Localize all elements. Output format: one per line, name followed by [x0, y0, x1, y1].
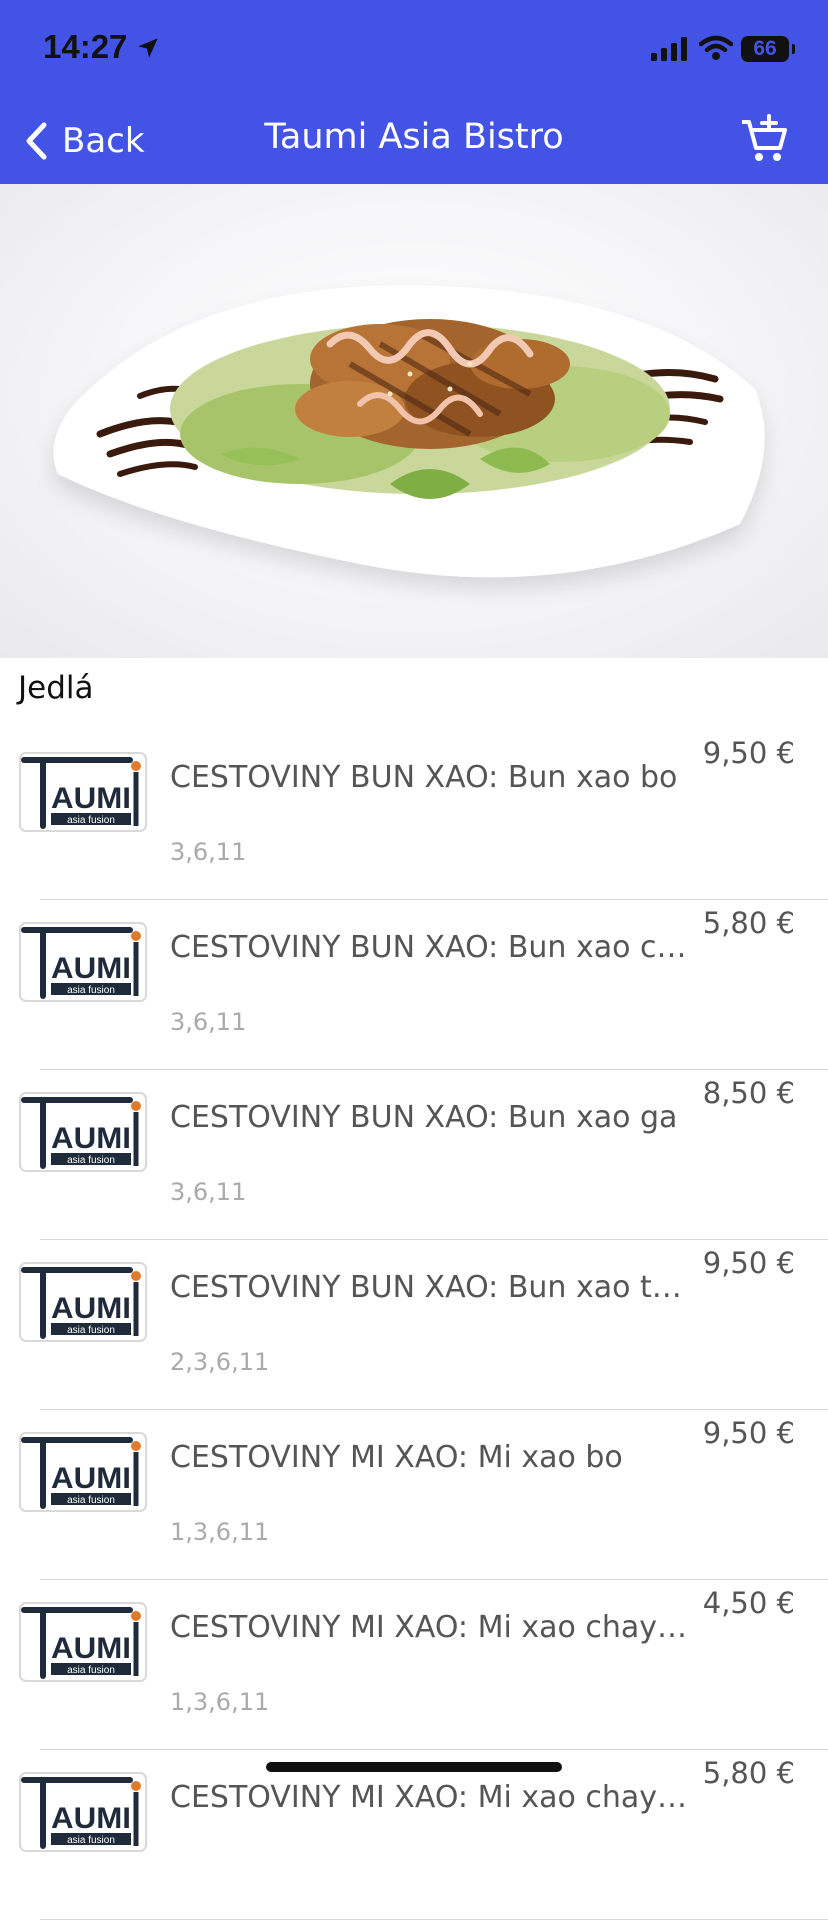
taumi-logo-icon: AUMI asia fusion — [19, 1432, 147, 1512]
menu-item-allergens: 2,3,6,11 — [170, 1348, 270, 1376]
menu-item-name: CESTOVINY MI XAO: Mi xao chay Novi... — [170, 1780, 690, 1815]
taumi-logo-icon: AUMI asia fusion — [19, 752, 147, 832]
menu-item-allergens: 1,3,6,11 — [170, 1688, 270, 1716]
menu-item[interactable]: AUMI asia fusion CESTOVINY BUN XAO: Bun … — [0, 1240, 828, 1410]
taumi-logo-icon: AUMI asia fusion — [19, 1602, 147, 1682]
menu-item-name: CESTOVINY BUN XAO: Bun xao tom — [170, 1270, 690, 1305]
home-indicator[interactable] — [266, 1762, 562, 1772]
wifi-icon — [699, 35, 733, 60]
menu-item-name: CESTOVINY BUN XAO: Bun xao chay — [170, 930, 690, 965]
menu-item-allergens: 1,3,6,11 — [170, 1518, 270, 1546]
menu-item[interactable]: AUMI asia fusion CESTOVINY BUN XAO: Bun … — [0, 1070, 828, 1240]
menu-item-allergens: 3,6,11 — [170, 1178, 247, 1206]
logo-tagline: asia fusion — [67, 1325, 115, 1336]
logo-brand-text: AUMI — [51, 1292, 131, 1325]
menu-item-price: 5,80 € — [702, 906, 795, 940]
menu-item[interactable]: AUMI asia fusion CESTOVINY MI XAO: Mi xa… — [0, 1410, 828, 1580]
menu-item-price: 9,50 € — [702, 1416, 795, 1450]
taumi-logo-icon: AUMI asia fusion — [19, 1262, 147, 1342]
logo-tagline: asia fusion — [67, 985, 115, 996]
menu-item-name: CESTOVINY BUN XAO: Bun xao ga — [170, 1100, 678, 1135]
back-button[interactable]: Back — [24, 118, 145, 164]
cellular-signal-icon — [651, 37, 687, 61]
taumi-logo-icon: AUMI asia fusion — [19, 922, 147, 1002]
menu-item[interactable]: AUMI asia fusion CESTOVINY MI XAO: Mi xa… — [0, 1750, 828, 1920]
logo-brand-text: AUMI — [51, 952, 131, 985]
logo-tagline: asia fusion — [67, 815, 115, 826]
status-time: 14:27 — [43, 28, 128, 65]
menu-item[interactable]: AUMI asia fusion CESTOVINY MI XAO: Mi xa… — [0, 1580, 828, 1750]
location-arrow-icon — [138, 38, 158, 58]
logo-brand-text: AUMI — [51, 1632, 131, 1665]
dish-photo — [0, 184, 828, 658]
logo-tagline: asia fusion — [67, 1155, 115, 1166]
taumi-logo-icon: AUMI asia fusion — [19, 1092, 147, 1172]
back-label: Back — [62, 121, 145, 161]
logo-tagline: asia fusion — [67, 1835, 115, 1846]
section-title: Jedlá — [18, 670, 94, 706]
menu-item[interactable]: AUMI asia fusion CESTOVINY BUN XAO: Bun … — [0, 730, 828, 900]
battery-icon: 66 — [741, 36, 795, 62]
menu-item-price: 9,50 € — [702, 1246, 795, 1280]
menu-item-price: 8,50 € — [702, 1076, 795, 1110]
status-bar: 14:27 66 — [0, 0, 828, 100]
menu-item-name: CESTOVINY BUN XAO: Bun xao bo — [170, 760, 678, 795]
menu-item-allergens: 3,6,11 — [170, 1008, 247, 1036]
cart-add-icon[interactable] — [738, 114, 790, 166]
menu-item-price: 9,50 € — [702, 736, 795, 770]
menu-item[interactable]: AUMI asia fusion CESTOVINY BUN XAO: Bun … — [0, 900, 828, 1070]
chevron-left-icon — [26, 122, 47, 160]
logo-tagline: asia fusion — [67, 1495, 115, 1506]
menu-item-name: CESTOVINY MI XAO: Mi xao bo — [170, 1440, 623, 1475]
menu-item-allergens: 3,6,11 — [170, 838, 247, 866]
logo-brand-text: AUMI — [51, 1122, 131, 1155]
logo-tagline: asia fusion — [67, 1665, 115, 1676]
menu-item-price: 4,50 € — [702, 1586, 795, 1620]
nav-bar: Back Taumi Asia Bistro — [0, 100, 828, 184]
taumi-logo-icon: AUMI asia fusion — [19, 1772, 147, 1852]
logo-brand-text: AUMI — [51, 782, 131, 815]
logo-brand-text: AUMI — [51, 1462, 131, 1495]
logo-brand-text: AUMI — [51, 1802, 131, 1835]
menu-list: AUMI asia fusion CESTOVINY BUN XAO: Bun … — [0, 730, 828, 1920]
menu-item-name: CESTOVINY MI XAO: Mi xao chay Novi... — [170, 1610, 690, 1645]
menu-item-price: 5,80 € — [702, 1756, 795, 1790]
